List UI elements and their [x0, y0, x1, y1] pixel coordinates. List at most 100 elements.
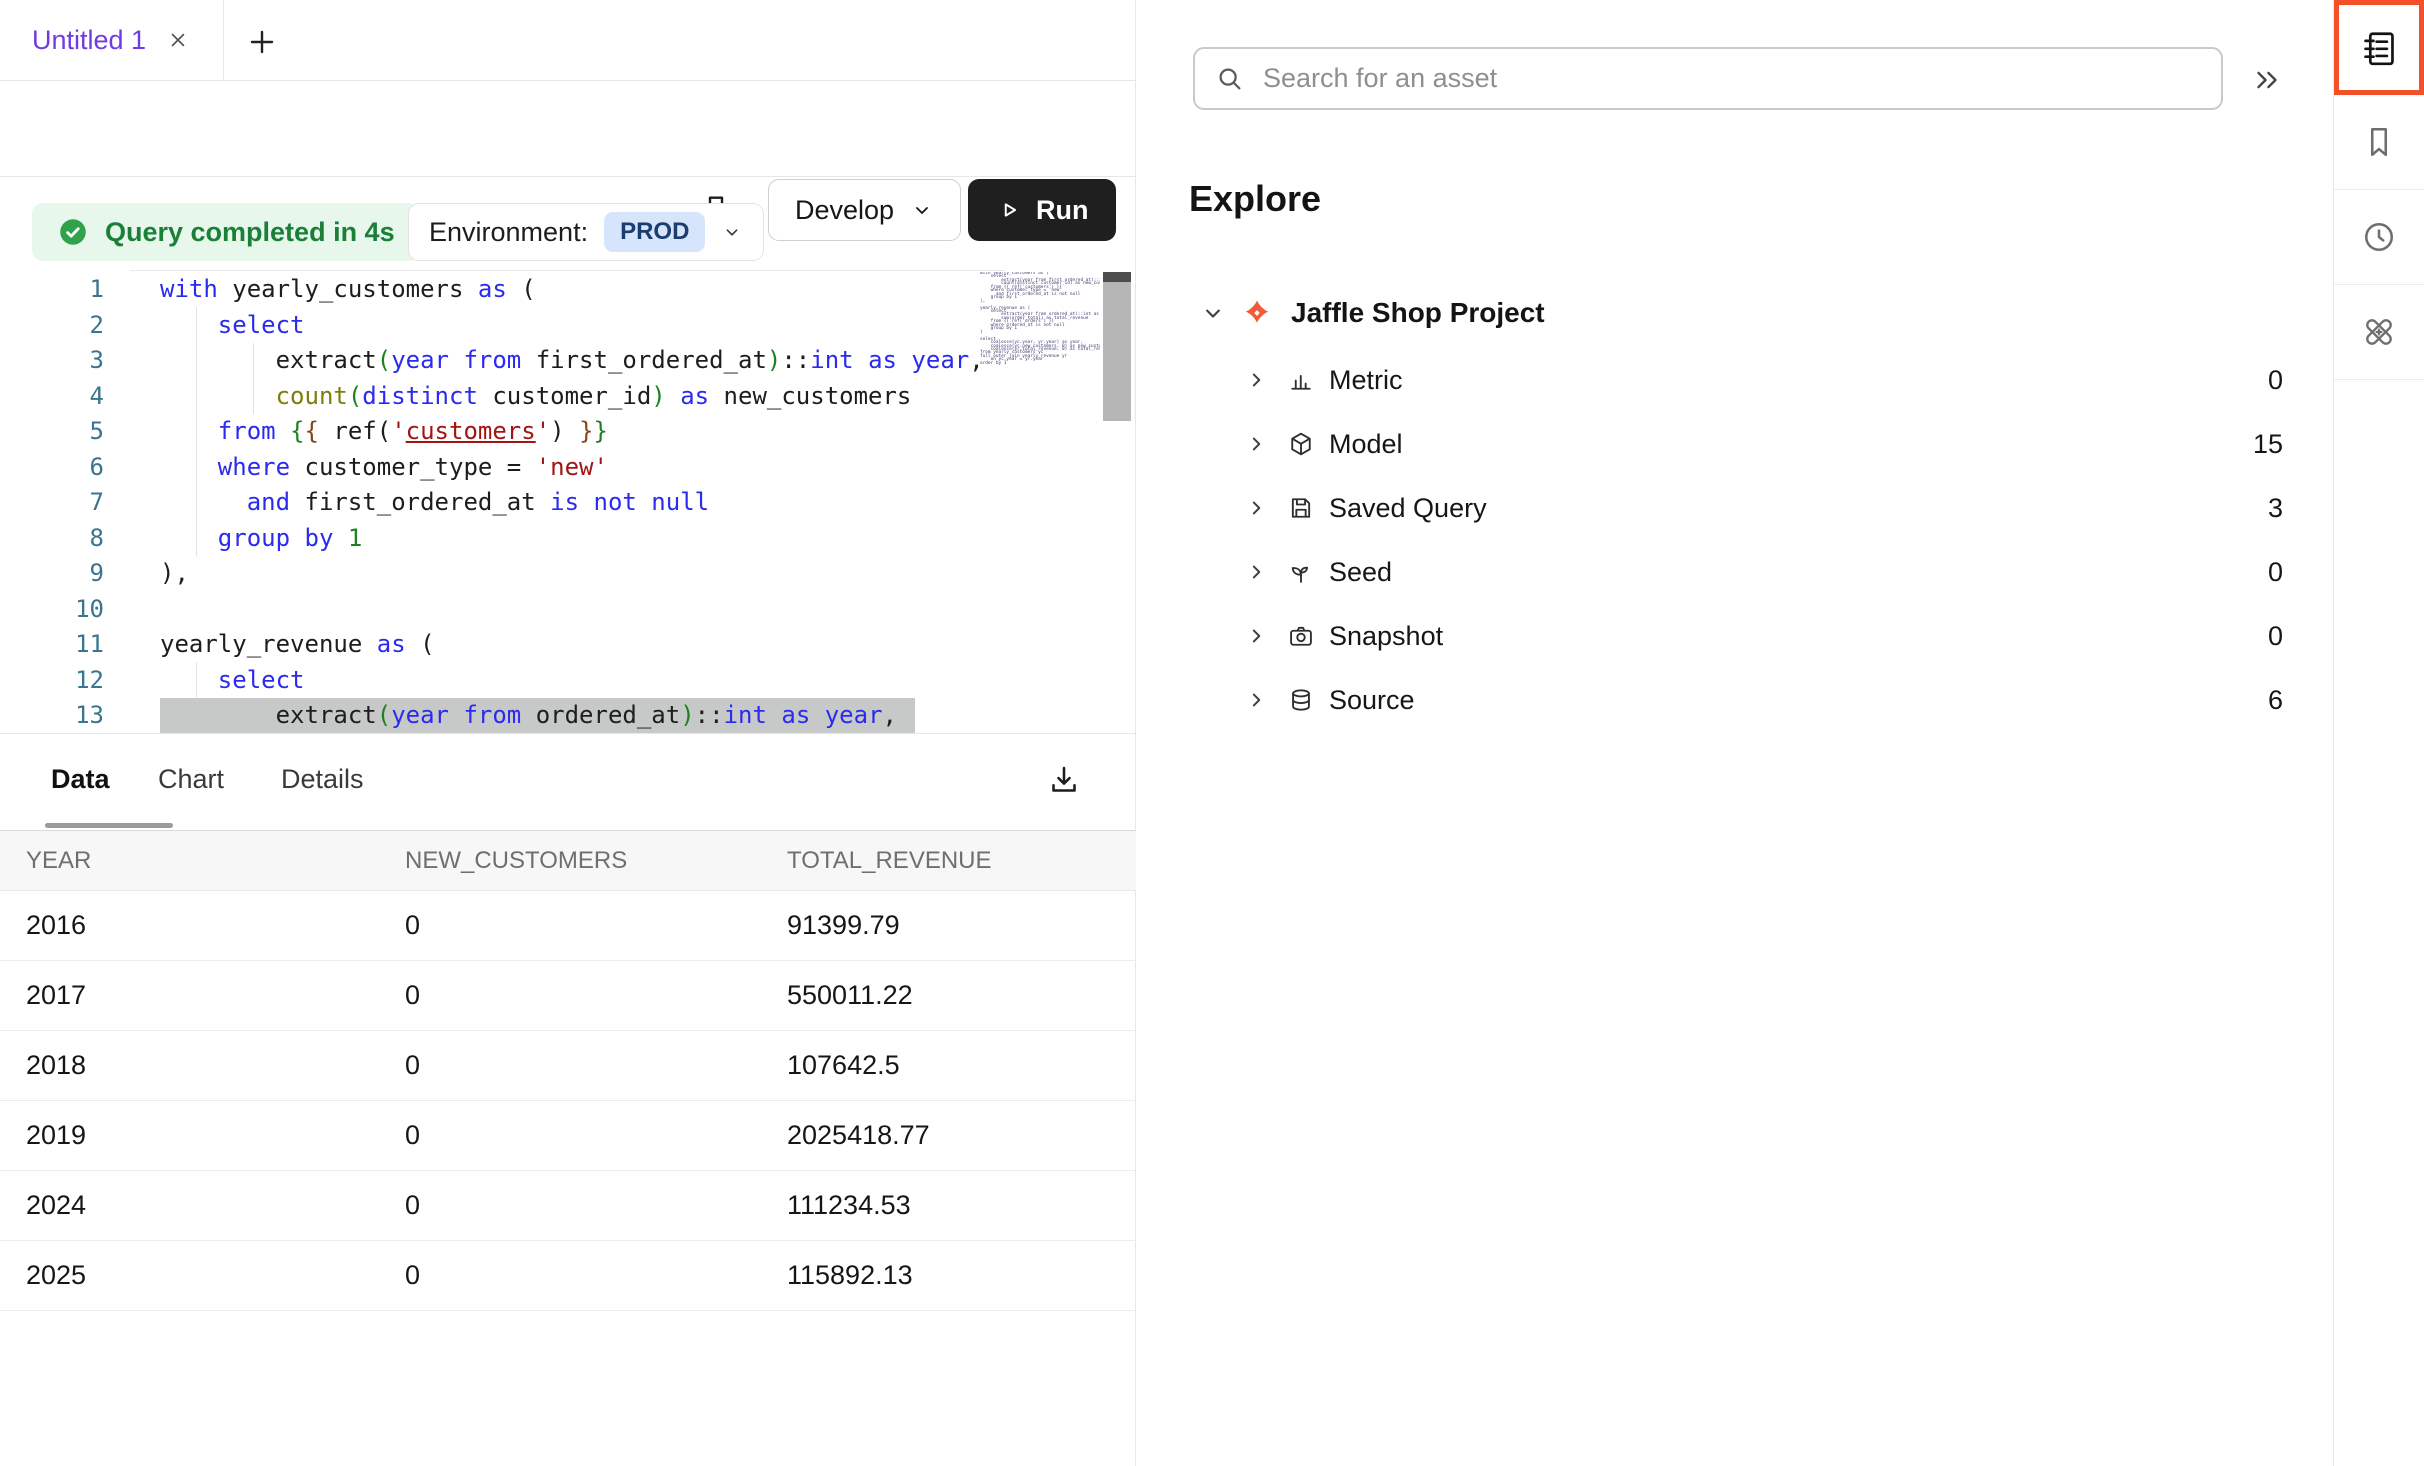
rail-button-catalog[interactable]: [2334, 0, 2424, 95]
project-row[interactable]: Jaffle Shop Project: [1199, 290, 1545, 336]
sql-editor[interactable]: 12345678910111213 with yearly_customers …: [0, 270, 1136, 733]
code-line[interactable]: select: [160, 663, 978, 699]
source-icon: [1287, 686, 1315, 714]
history-icon: [2361, 219, 2397, 255]
chevron-right-icon[interactable]: [1243, 495, 1269, 521]
code-line[interactable]: with yearly_customers as (: [160, 272, 978, 308]
line-number: 7: [0, 485, 104, 521]
results-tab-bar: Data Chart Details: [0, 733, 1136, 830]
editor-minimap[interactable]: with yearly_customers as ( select extrac…: [980, 272, 1100, 731]
tree-item-snapshot[interactable]: Snapshot 0: [1243, 604, 2283, 668]
environment-selector[interactable]: Environment: PROD: [408, 203, 764, 261]
line-number: 12: [0, 663, 104, 699]
chevron-down-icon[interactable]: [1199, 299, 1227, 327]
search-input[interactable]: [1261, 62, 2201, 95]
chevron-right-icon[interactable]: [1243, 431, 1269, 457]
chevron-right-icon[interactable]: [1243, 559, 1269, 585]
table-row[interactable]: 201902025418.77: [0, 1101, 1136, 1171]
query-status-badge: Query completed in 4s: [32, 203, 419, 261]
right-rail: [2333, 0, 2424, 1466]
column-header: TOTAL_REVENUE: [761, 831, 1136, 891]
chevron-right-icon[interactable]: [1243, 687, 1269, 713]
tab-details[interactable]: Details: [281, 764, 364, 795]
table-cell: 115892.13: [761, 1241, 1136, 1311]
status-row: Query completed in 4s Environment: PROD: [0, 177, 1135, 270]
editor-toolbar: Develop Run: [0, 81, 1135, 177]
code-line[interactable]: extract(year from first_ordered_at)::int…: [160, 343, 978, 379]
table-row[interactable]: 20170550011.22: [0, 961, 1136, 1031]
tree-item-label: Source: [1329, 685, 1415, 716]
environment-value-badge: PROD: [604, 212, 705, 252]
table-cell: 2019: [0, 1101, 379, 1171]
line-number: 9: [0, 556, 104, 592]
asset-search[interactable]: [1193, 47, 2223, 110]
table-cell: 2017: [0, 961, 379, 1031]
scrollbar-thumb[interactable]: [1103, 281, 1131, 421]
environment-label: Environment:: [429, 217, 588, 248]
query-status-text: Query completed in 4s: [105, 217, 395, 248]
new-tab-button[interactable]: [242, 22, 282, 62]
table-row[interactable]: 20180107642.5: [0, 1031, 1136, 1101]
chevron-right-icon[interactable]: [1243, 623, 1269, 649]
line-number: 2: [0, 308, 104, 344]
editor-gutter: 12345678910111213: [0, 272, 104, 733]
table-cell: 2024: [0, 1171, 379, 1241]
tree-item-count: 0: [2268, 621, 2283, 652]
tab-data[interactable]: Data: [51, 764, 110, 795]
code-line[interactable]: [160, 592, 978, 628]
line-number: 11: [0, 627, 104, 663]
code-area[interactable]: with yearly_customers as ( select extrac…: [160, 272, 978, 733]
download-icon[interactable]: [1044, 758, 1084, 802]
search-icon: [1215, 64, 1245, 94]
tree-item-label: Seed: [1329, 557, 1392, 588]
seed-icon: [1287, 558, 1315, 586]
editor-scrollbar[interactable]: [1103, 270, 1131, 733]
tree-item-label: Metric: [1329, 365, 1403, 396]
tree-item-saved-query[interactable]: Saved Query3: [1243, 476, 2283, 540]
close-icon[interactable]: [164, 26, 192, 54]
tab-untitled-1[interactable]: Untitled 1: [0, 0, 224, 80]
minimap-code: with yearly_customers as ( select extrac…: [980, 272, 1100, 365]
line-number: 4: [0, 379, 104, 415]
table-cell: 2018: [0, 1031, 379, 1101]
tree-item-seed[interactable]: Seed0: [1243, 540, 2283, 604]
chevron-down-icon: [721, 221, 743, 243]
explore-title: Explore: [1189, 178, 1321, 220]
table-row[interactable]: 20250115892.13: [0, 1241, 1136, 1311]
code-line[interactable]: group by 1: [160, 521, 978, 557]
rail-button-history[interactable]: [2334, 190, 2424, 285]
table-row[interactable]: 20240111234.53: [0, 1171, 1136, 1241]
line-number: 13: [0, 698, 104, 733]
code-line[interactable]: select: [160, 308, 978, 344]
code-line[interactable]: count(distinct customer_id) as new_custo…: [160, 379, 978, 415]
tree-item-source[interactable]: Source 6: [1243, 668, 2283, 732]
table-cell: 0: [379, 1031, 761, 1101]
code-line[interactable]: where customer_type = 'new': [160, 450, 978, 486]
tree-item-label: Snapshot: [1329, 621, 1443, 652]
tree-item-count: 6: [2268, 685, 2283, 716]
table-row[interactable]: 2016091399.79: [0, 891, 1136, 961]
code-line[interactable]: from {{ ref('customers') }}: [160, 414, 978, 450]
tab-chart[interactable]: Chart: [158, 764, 224, 795]
snapshot-icon: [1287, 622, 1315, 650]
dbt-assist-icon: [2360, 313, 2398, 351]
table-cell: 0: [379, 1241, 761, 1311]
code-line[interactable]: ),: [160, 556, 978, 592]
explore-panel: Explore Jaffle Shop Project Metric0Model…: [1137, 0, 2333, 1466]
code-line[interactable]: extract(year from ordered_at)::int as ye…: [160, 698, 978, 733]
tree-item-model[interactable]: Model15: [1243, 412, 2283, 476]
code-line[interactable]: and first_ordered_at is not null: [160, 485, 978, 521]
chevron-right-icon[interactable]: [1243, 367, 1269, 393]
rail-button-bookmark[interactable]: [2334, 95, 2424, 190]
table-cell: 111234.53: [761, 1171, 1136, 1241]
scrollbar-viewport-marker: [1103, 272, 1131, 282]
results-table-head-row: YEARNEW_CUSTOMERSTOTAL_REVENUE: [0, 831, 1136, 891]
tree-item-label: Model: [1329, 429, 1403, 460]
saved-query-icon: [1287, 494, 1315, 522]
results-table-body: 2016091399.7920170550011.2220180107642.5…: [0, 891, 1136, 1311]
collapse-panel-icon[interactable]: [2245, 58, 2289, 102]
rail-button-dbt-assist[interactable]: [2334, 285, 2424, 380]
tree-item-metric[interactable]: Metric0: [1243, 348, 2283, 412]
code-line[interactable]: yearly_revenue as (: [160, 627, 978, 663]
table-cell: 0: [379, 1171, 761, 1241]
